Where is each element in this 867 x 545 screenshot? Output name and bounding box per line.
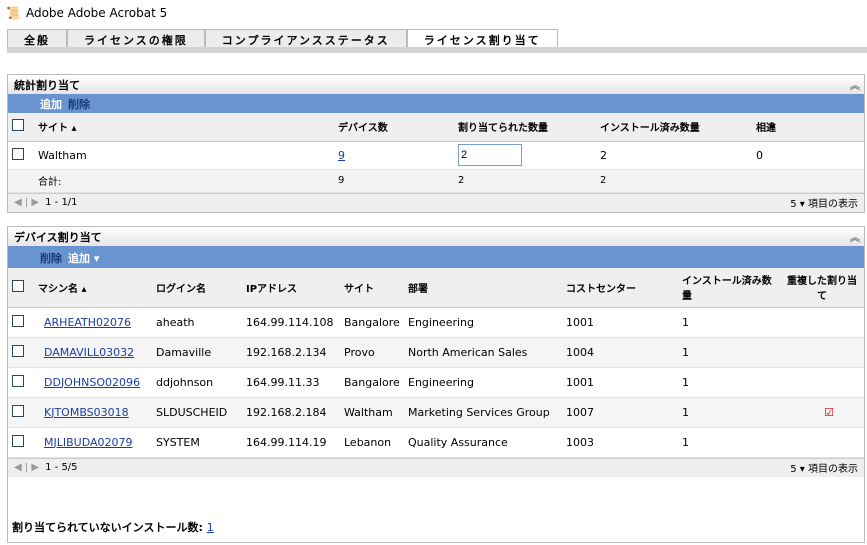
table-row: ARHEATH02076 aheath 164.99.114.108 Bangalor… (8, 307, 864, 338)
row-checkbox[interactable] (12, 147, 24, 160)
machine-link[interactable]: ARHEATH02076 (44, 316, 131, 329)
tab-underline (7, 47, 867, 53)
duplicate-check-icon: ☑ (824, 405, 834, 419)
select-all-checkbox[interactable] (12, 279, 24, 292)
col-site[interactable]: サイト (38, 123, 68, 134)
pager-prev-icon[interactable]: ◀ | ▶ (8, 197, 45, 208)
pager-status: 1 - 5/5 (45, 462, 78, 473)
assigned-quantity-input[interactable] (458, 144, 522, 166)
tab-bar: 全般 ライセンスの権限 コンプライアンスステータス ライセンス割り当て (7, 29, 867, 48)
row-checkbox[interactable] (12, 374, 24, 387)
col-devices: デバイス数 (334, 113, 454, 142)
app-title: 📜 Adobe Adobe Acrobat 5 (6, 6, 168, 20)
tab-entitlements[interactable]: ライセンスの権限 (67, 29, 205, 47)
unassigned-installs: 割り当てられていないインストール数: 1 (12, 521, 214, 534)
col-installed: インストール済み数量 (596, 113, 752, 142)
unassigned-link[interactable]: 1 (207, 521, 214, 534)
table-row: MJLIBUDA02079 SYSTEM 164.99.114.19 Lebanon Q… (8, 427, 864, 458)
device-allocation-panel: デバイス割り当て ︽ 削除 追加 ▾ マシン名 ▴ ログイン名 IPアドレス サイト… (7, 226, 865, 543)
delete-button[interactable]: 削除 (40, 252, 62, 265)
table-row: KJTOMBS03018 SLDUSCHEID 192.168.2.184 Walth… (8, 397, 864, 428)
table-row: Waltham 9 2 0 (8, 141, 864, 170)
machine-link[interactable]: KJTOMBS03018 (44, 406, 129, 419)
select-all-checkbox[interactable] (12, 119, 24, 132)
col-assigned: 割り当てられた数量 (454, 113, 596, 142)
table-row: DDJOHNSO02096 ddjohnson 164.99.11.33 Bangal… (8, 367, 864, 398)
pager-prev-icon[interactable]: ◀ | ▶ (8, 462, 45, 473)
tab-compliance[interactable]: コンプライアンスステータス (204, 29, 407, 47)
table-row: DAMAVILL03032 Damaville 192.168.2.134 Provo… (8, 337, 864, 368)
pager-status: 1 - 1/1 (45, 197, 78, 208)
stat-allocation-panel: 統計割り当て ︽ 追加 削除 サイト ▴ デバイス数 割り当てられた数量 インストー… (7, 74, 865, 213)
sort-asc-icon[interactable]: ▴ (71, 123, 76, 134)
collapse-icon[interactable]: ︽ (850, 77, 860, 92)
machine-link[interactable]: MJLIBUDA02079 (44, 436, 133, 449)
machine-link[interactable]: DAMAVILL03032 (44, 346, 134, 359)
delete-button[interactable]: 削除 (68, 98, 90, 111)
device-count-link[interactable]: 9 (338, 149, 345, 162)
add-button[interactable]: 追加 (40, 98, 62, 111)
tab-general[interactable]: 全般 (7, 29, 67, 47)
row-checkbox[interactable] (12, 314, 24, 327)
add-dropdown-button[interactable]: 追加 ▾ (68, 252, 99, 265)
sort-asc-icon[interactable]: ▴ (81, 284, 86, 295)
panel-title: 統計割り当て (14, 79, 80, 92)
per-page-select[interactable]: 5 ▾ 項目の表示 (790, 195, 858, 210)
tab-allocation[interactable]: ライセンス割り当て (406, 29, 558, 47)
machine-link[interactable]: DDJOHNSO02096 (44, 376, 140, 389)
row-checkbox[interactable] (12, 434, 24, 447)
per-page-select[interactable]: 5 ▾ 項目の表示 (790, 460, 858, 475)
row-checkbox[interactable] (12, 344, 24, 357)
col-diff: 相違 (752, 113, 864, 142)
row-checkbox[interactable] (12, 404, 24, 417)
panel-title: デバイス割り当て (14, 231, 102, 244)
license-icon: 📜 (6, 6, 21, 20)
total-row: 合計: 9 2 2 (8, 169, 864, 193)
collapse-icon[interactable]: ︽ (850, 229, 860, 244)
col-machine[interactable]: マシン名 (38, 284, 78, 295)
